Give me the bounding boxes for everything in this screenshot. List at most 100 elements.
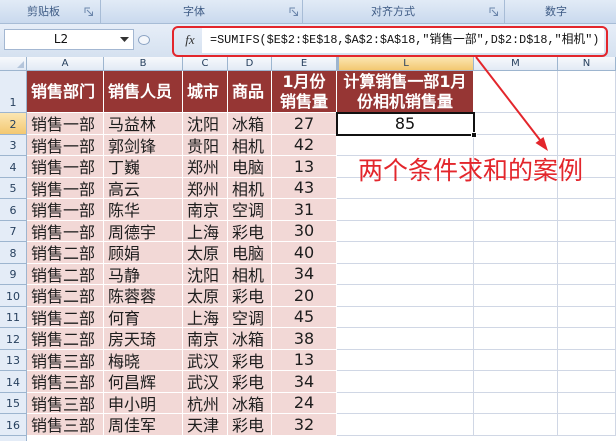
row-header-11[interactable]: 11 xyxy=(0,307,26,328)
cell-E6[interactable]: 31 xyxy=(272,199,337,221)
cell-E4[interactable]: 13 xyxy=(272,156,337,178)
cell-B14[interactable]: 何昌辉 xyxy=(104,371,183,393)
cell-N1[interactable] xyxy=(558,71,616,113)
cell-A7[interactable]: 销售一部 xyxy=(27,220,104,242)
cell-E7[interactable]: 30 xyxy=(272,220,337,242)
cell-L7[interactable] xyxy=(337,220,474,242)
column-header-C[interactable]: C xyxy=(183,57,228,70)
row-header-9[interactable]: 9 xyxy=(0,264,26,285)
row-header-10[interactable]: 10 xyxy=(0,285,26,307)
cell-N8[interactable] xyxy=(558,242,616,264)
cell-D9[interactable]: 相机 xyxy=(228,263,272,285)
row-header-13[interactable]: 13 xyxy=(0,350,26,371)
cell-D11[interactable]: 空调 xyxy=(228,306,272,328)
cell-B7[interactable]: 周德宇 xyxy=(104,220,183,242)
cell-N10[interactable] xyxy=(558,285,616,307)
cell-D10[interactable]: 彩电 xyxy=(228,285,272,307)
column-header-B[interactable]: B xyxy=(104,57,183,70)
fill-handle[interactable] xyxy=(471,131,477,138)
cell-C6[interactable]: 南京 xyxy=(183,199,228,221)
cell-M2[interactable] xyxy=(474,113,558,135)
cell-A6[interactable]: 销售一部 xyxy=(27,199,104,221)
cell-L15[interactable] xyxy=(337,392,474,414)
cell-L13[interactable] xyxy=(337,349,474,371)
cell-D1[interactable]: 商品 xyxy=(228,71,272,113)
row-header-7[interactable]: 7 xyxy=(0,221,26,242)
column-header-A[interactable]: A xyxy=(27,57,104,70)
cell-N14[interactable] xyxy=(558,371,616,393)
cell-A13[interactable]: 销售三部 xyxy=(27,349,104,371)
cell-N7[interactable] xyxy=(558,220,616,242)
cell-E14[interactable]: 34 xyxy=(272,371,337,393)
cell-E5[interactable]: 43 xyxy=(272,177,337,199)
dialog-launcher-icon[interactable] xyxy=(84,7,94,17)
row-header-15[interactable]: 15 xyxy=(0,393,26,414)
cell-A11[interactable]: 销售二部 xyxy=(27,306,104,328)
column-header-N[interactable]: N xyxy=(558,57,616,70)
column-header-E[interactable]: E xyxy=(272,57,337,70)
cell-L12[interactable] xyxy=(337,328,474,350)
cell-C12[interactable]: 南京 xyxy=(183,328,228,350)
cell-L6[interactable] xyxy=(337,199,474,221)
cell-A8[interactable]: 销售二部 xyxy=(27,242,104,264)
row-header-1[interactable]: 1 xyxy=(0,71,26,113)
cell-D13[interactable]: 彩电 xyxy=(228,349,272,371)
cell-M6[interactable] xyxy=(474,199,558,221)
cell-D14[interactable]: 彩电 xyxy=(228,371,272,393)
cell-B6[interactable]: 陈华 xyxy=(104,199,183,221)
cell-E12[interactable]: 38 xyxy=(272,328,337,350)
cell-D15[interactable]: 冰箱 xyxy=(228,392,272,414)
cell-E2[interactable]: 27 xyxy=(272,113,337,135)
cell-B2[interactable]: 马益林 xyxy=(104,113,183,135)
cell-L1[interactable]: 计算销售一部1月 份相机销售量 xyxy=(337,71,474,113)
cell-B9[interactable]: 马静 xyxy=(104,263,183,285)
cell-E8[interactable]: 40 xyxy=(272,242,337,264)
cell-E11[interactable]: 45 xyxy=(272,306,337,328)
column-header-L[interactable]: L xyxy=(337,57,474,70)
row-header-14[interactable]: 14 xyxy=(0,371,26,393)
cell-A15[interactable]: 销售三部 xyxy=(27,392,104,414)
cell-L16[interactable] xyxy=(337,414,474,436)
cell-C4[interactable]: 郑州 xyxy=(183,156,228,178)
row-header-8[interactable]: 8 xyxy=(0,242,26,264)
cell-C10[interactable]: 太原 xyxy=(183,285,228,307)
cell-B5[interactable]: 高云 xyxy=(104,177,183,199)
cell-C14[interactable]: 武汉 xyxy=(183,371,228,393)
formula-bar-splitter-handle[interactable] xyxy=(138,35,150,45)
cell-N2[interactable] xyxy=(558,113,616,135)
cell-M10[interactable] xyxy=(474,285,558,307)
cell-B3[interactable]: 郭剑锋 xyxy=(104,134,183,156)
cell-M15[interactable] xyxy=(474,392,558,414)
column-header-D[interactable]: D xyxy=(228,57,272,70)
cell-D5[interactable]: 相机 xyxy=(228,177,272,199)
select-all-button[interactable] xyxy=(0,57,27,70)
cell-C13[interactable]: 武汉 xyxy=(183,349,228,371)
cell-M1[interactable] xyxy=(474,71,558,113)
cell-N13[interactable] xyxy=(558,349,616,371)
cell-C2[interactable]: 沈阳 xyxy=(183,113,228,135)
cell-N3[interactable] xyxy=(558,134,616,156)
row-header-3[interactable]: 3 xyxy=(0,135,26,156)
cell-L10[interactable] xyxy=(337,285,474,307)
cell-D4[interactable]: 电脑 xyxy=(228,156,272,178)
cell-B16[interactable]: 周佳军 xyxy=(104,414,183,436)
cell-A1[interactable]: 销售部门 xyxy=(27,71,104,113)
row-header-16[interactable]: 16 xyxy=(0,414,26,436)
cell-M8[interactable] xyxy=(474,242,558,264)
cell-A3[interactable]: 销售一部 xyxy=(27,134,104,156)
cell-M13[interactable] xyxy=(474,349,558,371)
dialog-launcher-icon[interactable] xyxy=(289,7,299,17)
row-header-12[interactable]: 12 xyxy=(0,328,26,350)
cell-A2[interactable]: 销售一部 xyxy=(27,113,104,135)
cell-A12[interactable]: 销售二部 xyxy=(27,328,104,350)
row-header-4[interactable]: 4 xyxy=(0,156,26,178)
cell-D12[interactable]: 冰箱 xyxy=(228,328,272,350)
cell-M14[interactable] xyxy=(474,371,558,393)
cell-A16[interactable]: 销售三部 xyxy=(27,414,104,436)
cell-E13[interactable]: 13 xyxy=(272,349,337,371)
cell-L8[interactable] xyxy=(337,242,474,264)
cell-N16[interactable] xyxy=(558,414,616,436)
cell-M9[interactable] xyxy=(474,263,558,285)
cell-D8[interactable]: 电脑 xyxy=(228,242,272,264)
row-header-2[interactable]: 2 xyxy=(0,113,26,135)
